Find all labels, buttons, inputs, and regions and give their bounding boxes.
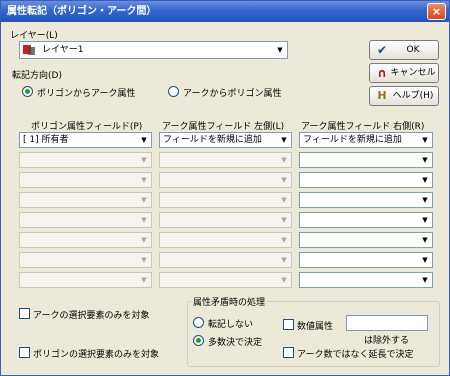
- numeric-attr-label: 数値属性: [297, 322, 334, 332]
- chevron-down-icon: ▼: [281, 216, 287, 224]
- help-button-label: ヘルプ(H): [392, 91, 434, 101]
- arc-right-field-select[interactable]: フィールドを新規に追加 ▼: [299, 132, 433, 148]
- help-icon: H: [377, 89, 387, 102]
- chevron-down-icon: ▼: [281, 176, 287, 184]
- chevron-down-icon: ▼: [141, 236, 147, 244]
- exclude-label: は除外する: [364, 336, 410, 346]
- title-bar: 属性転記（ポリゴン・アーク間） ×: [1, 1, 449, 22]
- cancel-button-label: キャンセル: [390, 68, 436, 78]
- arc-left-field-select: ▼: [159, 152, 292, 168]
- polygon-field-select[interactable]: [ 1] 所有者 ▼: [19, 132, 152, 148]
- chevron-down-icon: ▼: [422, 256, 428, 264]
- chevron-down-icon: ▼: [281, 256, 287, 264]
- polygon-field-select-value: [ 1] 所有者: [23, 135, 69, 145]
- chevron-down-icon: ▼: [422, 236, 428, 244]
- arc-left-field-select: ▼: [159, 172, 292, 188]
- radio-polygon-to-arc-label: ポリゴンからアーク属性: [37, 89, 136, 99]
- by-length-label: アーク数ではなく延長で決定: [297, 350, 414, 360]
- arc-right-field-select[interactable]: ▼: [299, 212, 433, 228]
- chevron-down-icon: ▼: [141, 176, 147, 184]
- polygon-selected-only-checkbox[interactable]: [19, 347, 30, 358]
- polygon-field-select: ▼: [19, 152, 152, 168]
- arc-left-field-select-value: フィールドを新規に追加: [163, 135, 262, 145]
- ok-button-label: OK: [406, 45, 420, 55]
- chevron-down-icon: ▼: [281, 156, 287, 164]
- arc-left-field-select: ▼: [159, 232, 292, 248]
- layer-label: レイヤー(L): [10, 31, 58, 41]
- radio-majority[interactable]: [193, 335, 204, 346]
- chevron-down-icon: ▼: [277, 46, 283, 54]
- chevron-down-icon: ▼: [141, 136, 147, 144]
- polygon-field-select: ▼: [19, 212, 152, 228]
- chevron-down-icon: ▼: [422, 156, 428, 164]
- arc-left-field-select: ▼: [159, 272, 292, 288]
- dialog-window: 属性転記（ポリゴン・アーク間） × レイヤー(L) レイヤー1 ▼ 転記方向(D…: [0, 0, 450, 376]
- radio-majority-label: 多数決で決定: [208, 338, 263, 348]
- arc-selected-only-label: アークの選択要素のみを対象: [33, 311, 150, 321]
- check-icon: ✔: [376, 43, 388, 57]
- arc-right-field-select[interactable]: ▼: [299, 172, 433, 188]
- polygon-field-select: ▼: [19, 252, 152, 268]
- arc-left-field-select: ▼: [159, 192, 292, 208]
- chevron-down-icon: ▼: [281, 236, 287, 244]
- arc-right-field-select[interactable]: ▼: [299, 152, 433, 168]
- layer-icon: [23, 44, 36, 56]
- arc-right-field-header: アーク属性フィールド 右側(R): [301, 122, 425, 132]
- chevron-down-icon: ▼: [141, 256, 147, 264]
- chevron-down-icon: ▼: [422, 216, 428, 224]
- help-button[interactable]: H ヘルプ(H): [369, 86, 439, 106]
- polygon-field-select: ▼: [19, 232, 152, 248]
- undo-icon: ∩: [377, 66, 387, 80]
- arc-left-field-select: ▼: [159, 212, 292, 228]
- chevron-down-icon: ▼: [422, 196, 428, 204]
- polygon-field-select: ▼: [19, 272, 152, 288]
- arc-left-field-select: ▼: [159, 252, 292, 268]
- numeric-attr-checkbox[interactable]: [283, 319, 294, 330]
- arc-right-field-select[interactable]: ▼: [299, 252, 433, 268]
- close-button[interactable]: ×: [427, 3, 446, 20]
- polygon-selected-only-label: ポリゴンの選択要素のみを対象: [33, 350, 160, 360]
- polygon-field-select: ▼: [19, 172, 152, 188]
- polygon-field-header: ポリゴン属性フィールド(P): [31, 122, 143, 132]
- chevron-down-icon: ▼: [141, 216, 147, 224]
- window-title: 属性転記（ポリゴン・アーク間）: [7, 6, 157, 17]
- chevron-down-icon: ▼: [281, 196, 287, 204]
- numeric-attr-input[interactable]: [346, 315, 428, 331]
- chevron-down-icon: ▼: [141, 156, 147, 164]
- radio-no-transfer[interactable]: [193, 317, 204, 328]
- polygon-field-select: ▼: [19, 192, 152, 208]
- layer-select[interactable]: レイヤー1 ▼: [19, 41, 288, 59]
- ok-button[interactable]: ✔ OK: [369, 40, 439, 60]
- layer-value: レイヤー1: [42, 45, 84, 55]
- arc-left-field-header: アーク属性フィールド 左側(L): [162, 122, 285, 132]
- chevron-down-icon: ▼: [141, 276, 147, 284]
- radio-polygon-to-arc[interactable]: [22, 86, 33, 97]
- chevron-down-icon: ▼: [281, 276, 287, 284]
- chevron-down-icon: ▼: [422, 276, 428, 284]
- chevron-down-icon: ▼: [422, 136, 428, 144]
- arc-right-field-select[interactable]: ▼: [299, 192, 433, 208]
- arc-selected-only-checkbox[interactable]: [19, 308, 30, 319]
- chevron-down-icon: ▼: [141, 196, 147, 204]
- arc-right-field-select[interactable]: ▼: [299, 232, 433, 248]
- cancel-button[interactable]: ∩ キャンセル: [369, 63, 439, 83]
- close-icon: ×: [431, 5, 442, 18]
- direction-label: 転記方向(D): [12, 71, 62, 81]
- radio-no-transfer-label: 転記しない: [208, 320, 254, 330]
- arc-right-field-select-value: フィールドを新規に追加: [303, 135, 402, 145]
- radio-arc-to-polygon[interactable]: [168, 86, 179, 97]
- arc-left-field-select[interactable]: フィールドを新規に追加 ▼: [159, 132, 292, 148]
- by-length-checkbox[interactable]: [283, 347, 294, 358]
- chevron-down-icon: ▼: [422, 176, 428, 184]
- arc-right-field-select[interactable]: ▼: [299, 272, 433, 288]
- chevron-down-icon: ▼: [281, 136, 287, 144]
- conflict-group-title: 属性矛盾時の処理: [191, 295, 268, 308]
- radio-arc-to-polygon-label: アークからポリゴン属性: [183, 89, 282, 99]
